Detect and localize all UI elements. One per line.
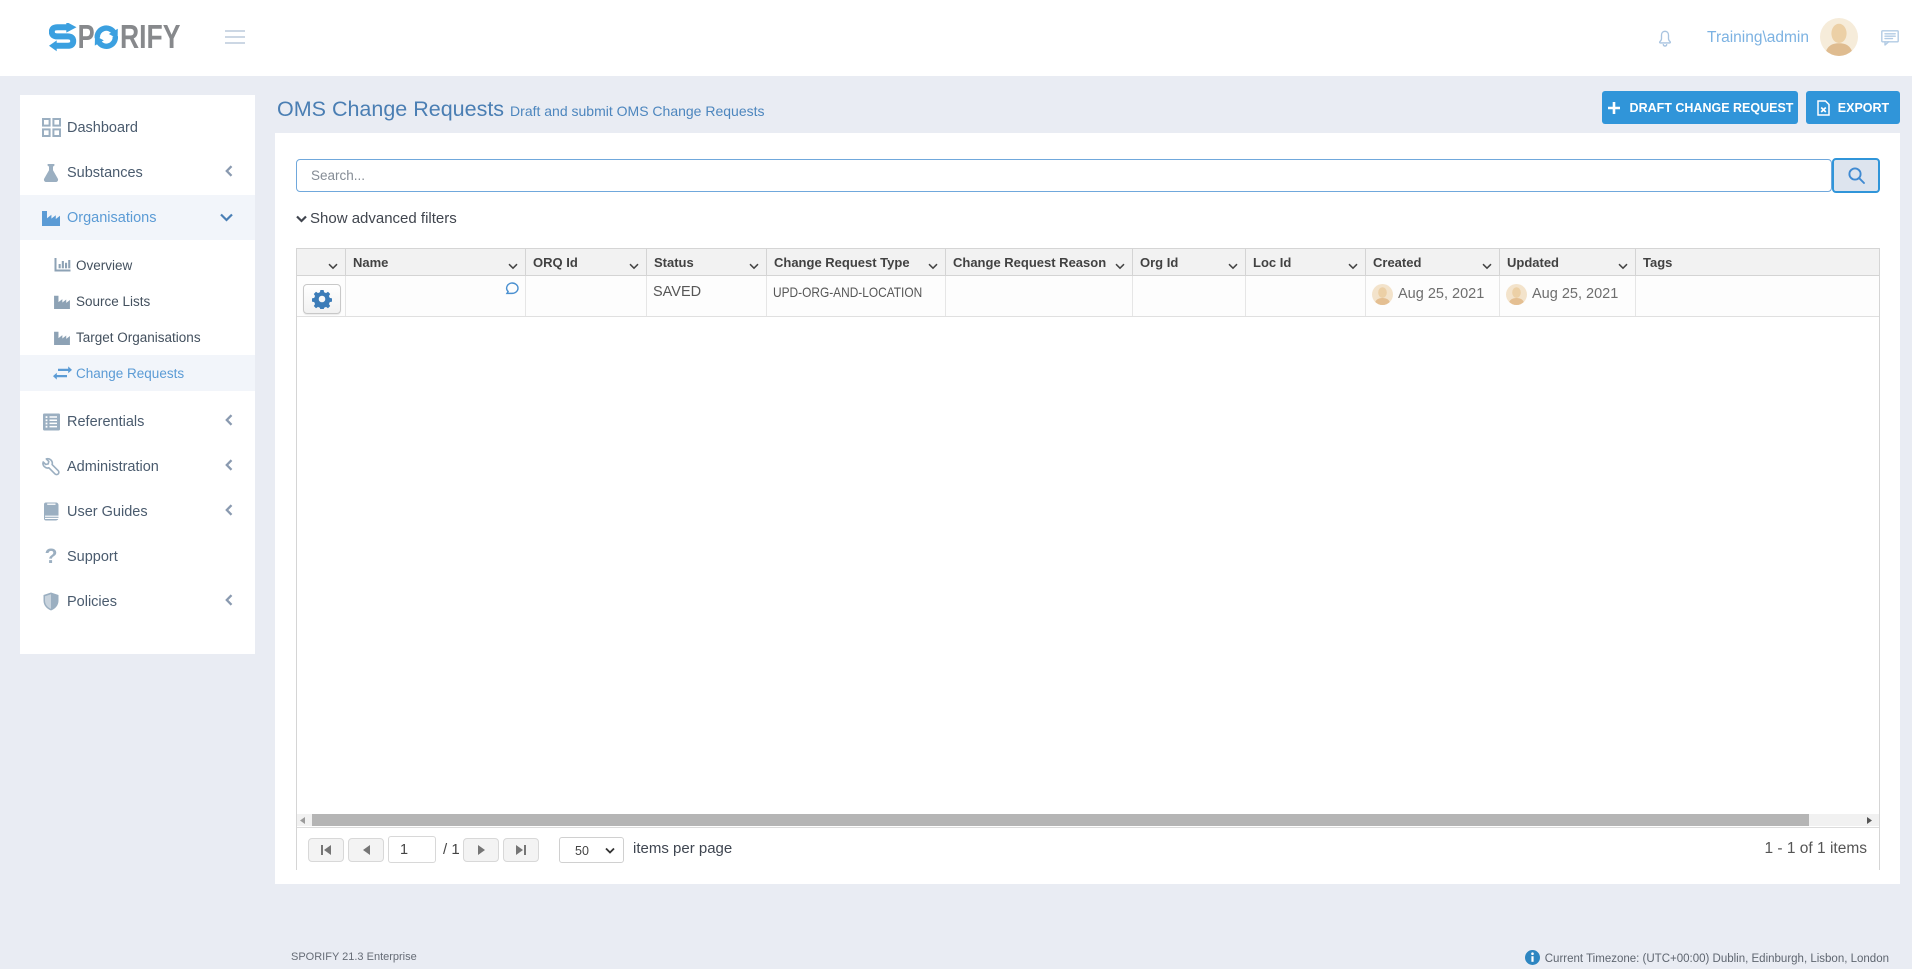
svg-text:P: P [78, 23, 95, 55]
svg-text:RIFY: RIFY [120, 23, 180, 55]
